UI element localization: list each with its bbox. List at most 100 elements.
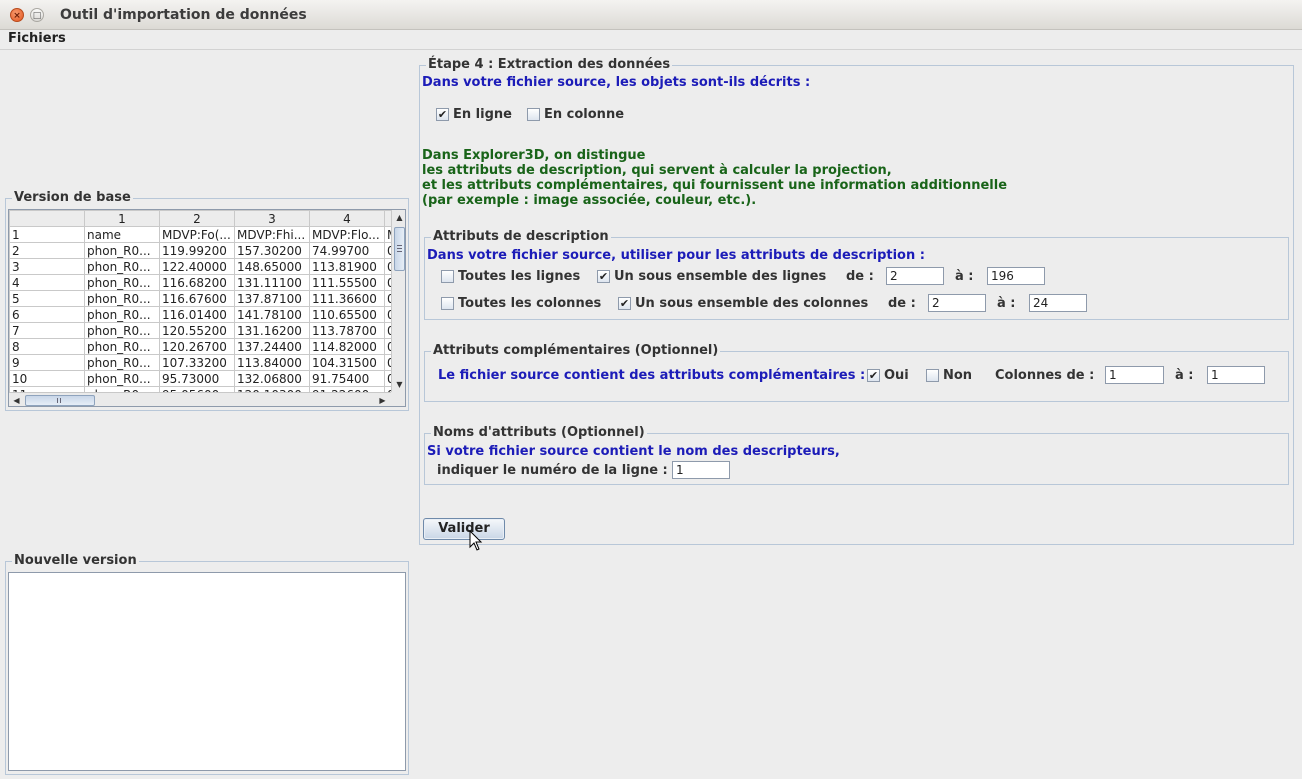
table-cell[interactable]: phon_R0...: [84, 322, 160, 339]
rows-to-input[interactable]: 196: [987, 267, 1045, 285]
column-header[interactable]: 4: [309, 210, 385, 227]
table-cell[interactable]: 120.26700: [159, 338, 235, 355]
scroll-down-icon[interactable]: ▼: [392, 377, 405, 392]
new-version-area[interactable]: [8, 572, 406, 771]
vertical-scroll-thumb[interactable]: [394, 227, 405, 271]
table-cell[interactable]: phon_R0...: [84, 338, 160, 355]
subset-rows-label[interactable]: Un sous ensemble des lignes: [614, 269, 826, 285]
table-cell[interactable]: 132.06800: [234, 370, 310, 387]
scroll-left-icon[interactable]: ◀: [9, 393, 24, 406]
scroll-up-icon[interactable]: ▲: [392, 210, 405, 225]
column-header[interactable]: 2: [159, 210, 235, 227]
column-header[interactable]: [9, 210, 85, 227]
table-cell[interactable]: phon_R0...: [84, 242, 160, 259]
table-cell[interactable]: 114.82000: [309, 338, 385, 355]
column-header[interactable]: 3: [234, 210, 310, 227]
row-header[interactable]: 3: [9, 258, 85, 275]
table-cell[interactable]: 122.40000: [159, 258, 235, 275]
row-header[interactable]: 7: [9, 322, 85, 339]
all-rows-checkbox[interactable]: ✔: [441, 270, 454, 283]
comp-cols-to-input[interactable]: 1: [1207, 366, 1265, 384]
table-row[interactable]: 10phon_R0...95.73000132.0680091.754000: [9, 370, 405, 387]
table-cell[interactable]: 104.31500: [309, 354, 385, 371]
table-cell[interactable]: MDVP:Flo...: [309, 226, 385, 243]
row-header[interactable]: 10: [9, 370, 85, 387]
maximize-icon[interactable]: □: [30, 8, 44, 22]
names-row-input[interactable]: 1: [672, 461, 730, 479]
column-header[interactable]: 1: [84, 210, 160, 227]
table-cell[interactable]: 74.99700: [309, 242, 385, 259]
validate-button[interactable]: Valider: [423, 518, 505, 540]
table-cell[interactable]: 131.11100: [234, 274, 310, 291]
table-row[interactable]: 7phon_R0...120.55200131.16200113.787000: [9, 322, 405, 339]
non-checkbox[interactable]: ✔: [926, 369, 939, 382]
table-cell[interactable]: phon_R0...: [84, 306, 160, 323]
table-cell[interactable]: 110.65500: [309, 306, 385, 323]
non-label[interactable]: Non: [943, 368, 972, 384]
table-cell[interactable]: 116.01400: [159, 306, 235, 323]
table-cell[interactable]: 137.87100: [234, 290, 310, 307]
cols-from-input[interactable]: 2: [928, 294, 986, 312]
table-cell[interactable]: 95.73000: [159, 370, 235, 387]
oui-checkbox[interactable]: ✔: [867, 369, 880, 382]
all-cols-checkbox[interactable]: ✔: [441, 297, 454, 310]
table-cell[interactable]: name: [84, 226, 160, 243]
table-row[interactable]: 8phon_R0...120.26700137.24400114.820000: [9, 338, 405, 355]
table-cell[interactable]: 107.33200: [159, 354, 235, 371]
table-cell[interactable]: 131.16200: [234, 322, 310, 339]
table-cell[interactable]: 120.55200: [159, 322, 235, 339]
close-icon[interactable]: ×: [10, 8, 24, 22]
horizontal-scroll-thumb[interactable]: [25, 395, 95, 406]
table-cell[interactable]: 91.75400: [309, 370, 385, 387]
en-colonne-label[interactable]: En colonne: [544, 107, 624, 123]
table-cell[interactable]: 116.68200: [159, 274, 235, 291]
menu-fichiers[interactable]: Fichiers: [8, 31, 66, 46]
table-row[interactable]: 1nameMDVP:Fo(...MDVP:Fhi...MDVP:Flo...M: [9, 226, 405, 243]
row-header[interactable]: 1: [9, 226, 85, 243]
table-cell[interactable]: phon_R0...: [84, 354, 160, 371]
table-cell[interactable]: 116.67600: [159, 290, 235, 307]
en-ligne-label[interactable]: En ligne: [453, 107, 512, 123]
table-row[interactable]: 5phon_R0...116.67600137.87100111.366000: [9, 290, 405, 307]
rows-from-input[interactable]: 2: [886, 267, 944, 285]
row-header[interactable]: 2: [9, 242, 85, 259]
table-row[interactable]: 9phon_R0...107.33200113.84000104.315000: [9, 354, 405, 371]
subset-cols-label[interactable]: Un sous ensemble des colonnes: [635, 296, 868, 312]
vertical-scrollbar[interactable]: ▲ ▼: [391, 210, 405, 392]
row-header[interactable]: 4: [9, 274, 85, 291]
all-rows-label[interactable]: Toutes les lignes: [458, 269, 580, 285]
table-cell[interactable]: 148.65000: [234, 258, 310, 275]
cols-to-input[interactable]: 24: [1029, 294, 1087, 312]
en-colonne-checkbox[interactable]: ✔: [527, 108, 540, 121]
table-cell[interactable]: 137.24400: [234, 338, 310, 355]
en-ligne-checkbox[interactable]: ✔: [436, 108, 449, 121]
table-cell[interactable]: 113.81900: [309, 258, 385, 275]
horizontal-scrollbar[interactable]: ◀ ▶: [9, 392, 391, 406]
oui-label[interactable]: Oui: [884, 368, 909, 384]
table-cell[interactable]: 157.30200: [234, 242, 310, 259]
scroll-right-icon[interactable]: ▶: [375, 393, 390, 406]
all-cols-label[interactable]: Toutes les colonnes: [458, 296, 601, 312]
table-row[interactable]: 2phon_R0...119.99200157.3020074.997000: [9, 242, 405, 259]
data-grid[interactable]: 12345 1nameMDVP:Fo(...MDVP:Fhi...MDVP:Fl…: [9, 210, 405, 403]
table-cell[interactable]: 111.36600: [309, 290, 385, 307]
table-cell[interactable]: 111.55500: [309, 274, 385, 291]
row-header[interactable]: 8: [9, 338, 85, 355]
table-cell[interactable]: phon_R0...: [84, 370, 160, 387]
table-cell[interactable]: 113.84000: [234, 354, 310, 371]
table-cell[interactable]: 113.78700: [309, 322, 385, 339]
table-row[interactable]: 6phon_R0...116.01400141.78100110.655000: [9, 306, 405, 323]
table-row[interactable]: 4phon_R0...116.68200131.11100111.555000: [9, 274, 405, 291]
table-cell[interactable]: MDVP:Fhi...: [234, 226, 310, 243]
row-header[interactable]: 6: [9, 306, 85, 323]
table-cell[interactable]: phon_R0...: [84, 290, 160, 307]
table-cell[interactable]: phon_R0...: [84, 258, 160, 275]
data-table[interactable]: 12345 1nameMDVP:Fo(...MDVP:Fhi...MDVP:Fl…: [8, 209, 406, 407]
table-cell[interactable]: 119.99200: [159, 242, 235, 259]
subset-cols-checkbox[interactable]: ✔: [618, 297, 631, 310]
table-cell[interactable]: MDVP:Fo(...: [159, 226, 235, 243]
subset-rows-checkbox[interactable]: ✔: [597, 270, 610, 283]
row-header[interactable]: 9: [9, 354, 85, 371]
table-cell[interactable]: 141.78100: [234, 306, 310, 323]
comp-cols-from-input[interactable]: 1: [1105, 366, 1164, 384]
